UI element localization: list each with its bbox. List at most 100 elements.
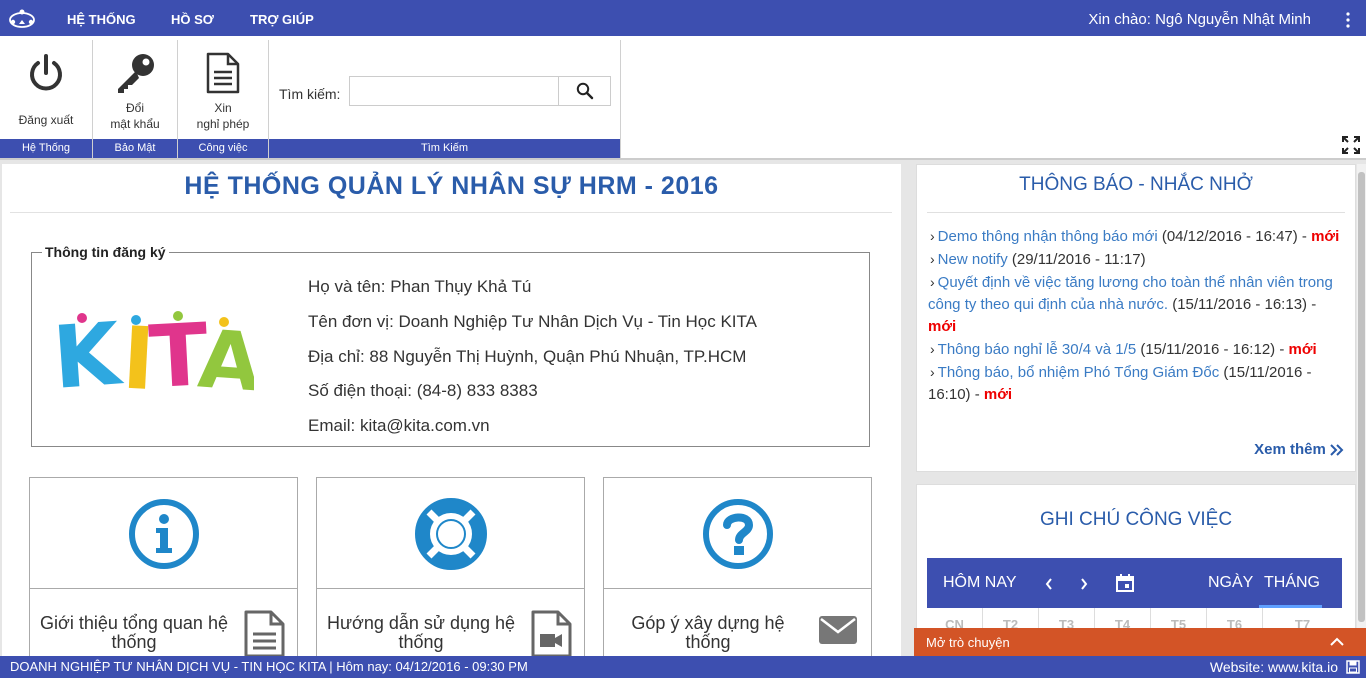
menu-he-thong[interactable]: HỆ THỐNG — [67, 0, 136, 36]
chevron-right-icon: › — [930, 274, 935, 290]
footer-website-link[interactable]: Website: www.kita.io — [1210, 656, 1338, 678]
chevron-left-icon[interactable] — [1045, 578, 1053, 590]
ribbon-toolbar: Đăng xuất Hệ Thống Đổi mật khẩu Bảo Mật … — [0, 36, 1366, 160]
logout-label: Đăng xuất — [18, 113, 74, 127]
notification-item: › New notify (29/11/2016 - 11:17) — [928, 248, 1342, 271]
calendar-icon[interactable] — [1116, 574, 1134, 592]
chevron-right-icon: › — [930, 364, 935, 380]
chevron-right-icon: › — [930, 251, 935, 267]
footer-company-date: DOANH NGHIỆP TƯ NHÂN DỊCH VỤ - TIN HỌC K… — [10, 659, 528, 674]
life-ring-icon — [414, 498, 487, 570]
work-notes-title: GHI CHÚ CÔNG VIỆC — [1039, 509, 1233, 530]
divider — [10, 212, 892, 213]
notification-date: (29/11/2016 - 11:17) — [1007, 251, 1146, 268]
app-logo-icon[interactable] — [7, 8, 37, 30]
see-more-link[interactable]: Xem thêm — [1254, 441, 1344, 458]
divider — [927, 212, 1345, 213]
info-icon — [128, 499, 199, 569]
leave-request-button[interactable]: Xin nghỉ phép — [178, 52, 268, 132]
notification-item: › Thông báo, bổ nhiệm Phó Tổng Giám Đốc (… — [928, 361, 1342, 406]
notification-item: › Demo thông nhận thông báo mới (04/12/20… — [928, 225, 1342, 248]
today-button[interactable]: HÔM NAY — [943, 558, 1016, 608]
notifications-panel: THÔNG BÁO - NHẮC NHỞ › Demo thông nhận th… — [916, 164, 1356, 472]
ribbon-group-label: Hệ Thống — [0, 139, 92, 158]
notification-date: (15/11/2016 - 16:12) - — [1136, 341, 1289, 358]
search-label: Tìm kiếm: — [279, 86, 341, 102]
double-chevron-right-icon — [1330, 444, 1344, 456]
search-box — [349, 76, 611, 106]
card-user-guide-label: Hướng dẫn sử dụng hệ thống — [326, 613, 516, 652]
info-address: Địa chỉ: 88 Nguyễn Thị Huỳnh, Quận Phú N… — [308, 347, 747, 366]
page-scrollbar[interactable] — [1357, 164, 1366, 628]
registration-legend: Thông tin đăng ký — [45, 244, 166, 260]
ribbon-group-bao-mat: Đổi mật khẩu Bảo Mật — [93, 40, 178, 158]
card-feedback-label: Góp ý xây dựng hệ thống — [631, 613, 785, 652]
chevron-right-icon[interactable] — [1080, 578, 1088, 590]
leave-request-label-1: Xin — [214, 101, 232, 115]
open-chat-bar[interactable]: Mở trò chuyện — [914, 628, 1366, 657]
kita-logo: K I T A — [52, 308, 254, 398]
main-panel: HỆ THỐNG QUẢN LÝ NHÂN SỰ HRM - 2016 Thôn… — [2, 164, 901, 656]
new-badge: mới — [983, 386, 1013, 403]
day-view-button[interactable]: NGÀY — [1208, 558, 1253, 608]
info-unit: Tên đơn vị: Doanh Nghiệp Tư Nhân Dịch Vụ… — [308, 312, 757, 331]
scrollbar-thumb[interactable] — [1358, 172, 1365, 622]
new-badge: mới — [928, 318, 957, 335]
notifications-title: THÔNG BÁO - NHẮC NHỞ — [1019, 174, 1253, 195]
leave-request-label-2: nghỉ phép — [196, 117, 250, 131]
ribbon-group-cong-viec: Xin nghỉ phép Công việc — [178, 40, 269, 158]
power-icon — [30, 54, 62, 91]
change-password-label-2: mật khẩu — [110, 117, 160, 131]
notification-link[interactable]: Demo thông nhận thông báo mới — [938, 228, 1158, 245]
envelope-icon — [819, 616, 857, 644]
ribbon-group-label: Tìm Kiếm — [269, 139, 620, 158]
chevron-up-icon — [1330, 637, 1344, 646]
top-navbar: HỆ THỐNG HỒ SƠ TRỢ GIÚP Xin chào: Ngô Ng… — [0, 0, 1366, 36]
fullscreen-icon[interactable] — [1342, 136, 1360, 154]
calendar-toolbar: HÔM NAY NGÀY THÁNG — [927, 558, 1342, 608]
registration-info-box: Thông tin đăng ký K I T A Họ và tên: Pha… — [31, 244, 870, 447]
notification-item: › Quyết định về việc tăng lương cho toàn … — [928, 271, 1342, 338]
menu-ho-so[interactable]: HỒ SƠ — [171, 0, 214, 36]
card-user-guide[interactable]: Hướng dẫn sử dụng hệ thống — [316, 477, 585, 656]
ribbon-group-he-thong: Đăng xuất Hệ Thống — [0, 40, 93, 158]
save-disk-icon[interactable] — [1346, 660, 1360, 674]
info-email: Email: kita@kita.com.vn — [308, 416, 490, 435]
notification-item: › Thông báo nghỉ lễ 30/4 và 1/5 (15/11/20… — [928, 338, 1342, 361]
search-input[interactable] — [350, 77, 559, 105]
notification-list: › Demo thông nhận thông báo mới (04/12/20… — [928, 225, 1342, 406]
notification-date: (15/11/2016 - 16:13) - — [1168, 296, 1317, 313]
page-title: HỆ THỐNG QUẢN LÝ NHÂN SỰ HRM - 2016 — [184, 172, 719, 200]
card-introduction[interactable]: Giới thiệu tổng quan hệ thống — [29, 477, 298, 656]
change-password-label-1: Đổi — [125, 101, 144, 115]
search-button[interactable] — [558, 77, 610, 105]
notification-link[interactable]: Thông báo, bổ nhiệm Phó Tổng Giám Đốc — [938, 364, 1220, 381]
logout-button[interactable]: Đăng xuất — [0, 52, 92, 128]
ribbon-group-label: Bảo Mật — [93, 139, 177, 158]
new-badge: mới — [1288, 341, 1317, 358]
menu-tro-giup[interactable]: TRỢ GIÚP — [250, 0, 314, 36]
ribbon-group-label: Công việc — [178, 139, 268, 158]
document-lines-icon — [244, 610, 285, 656]
question-icon — [702, 499, 773, 569]
key-icon — [118, 54, 154, 93]
see-more-label: Xem thêm — [1254, 441, 1326, 458]
svg-text:K: K — [52, 308, 127, 398]
month-view-button[interactable]: THÁNG — [1264, 558, 1320, 608]
document-icon — [206, 52, 240, 94]
new-badge: mới — [1311, 228, 1340, 245]
notification-link[interactable]: Thông báo nghỉ lễ 30/4 và 1/5 — [938, 341, 1137, 358]
info-full-name: Họ và tên: Phan Thụy Khả Tú — [308, 277, 532, 296]
open-chat-label: Mở trò chuyện — [926, 635, 1010, 650]
notification-date: (04/12/2016 - 16:47) - — [1157, 228, 1312, 245]
more-options-icon[interactable] — [1346, 12, 1350, 28]
user-greeting[interactable]: Xin chào: Ngô Nguyễn Nhật Minh — [1088, 0, 1311, 40]
chevron-right-icon: › — [930, 228, 935, 244]
chevron-right-icon: › — [930, 341, 935, 357]
video-file-icon — [531, 610, 572, 656]
card-introduction-label: Giới thiệu tổng quan hệ thống — [40, 613, 228, 652]
notification-link[interactable]: New notify — [938, 251, 1008, 268]
ribbon-group-tim-kiem: Tìm kiếm: Tìm Kiếm — [269, 40, 621, 158]
change-password-button[interactable]: Đổi mật khẩu — [93, 52, 177, 132]
card-feedback[interactable]: Góp ý xây dựng hệ thống — [603, 477, 872, 656]
